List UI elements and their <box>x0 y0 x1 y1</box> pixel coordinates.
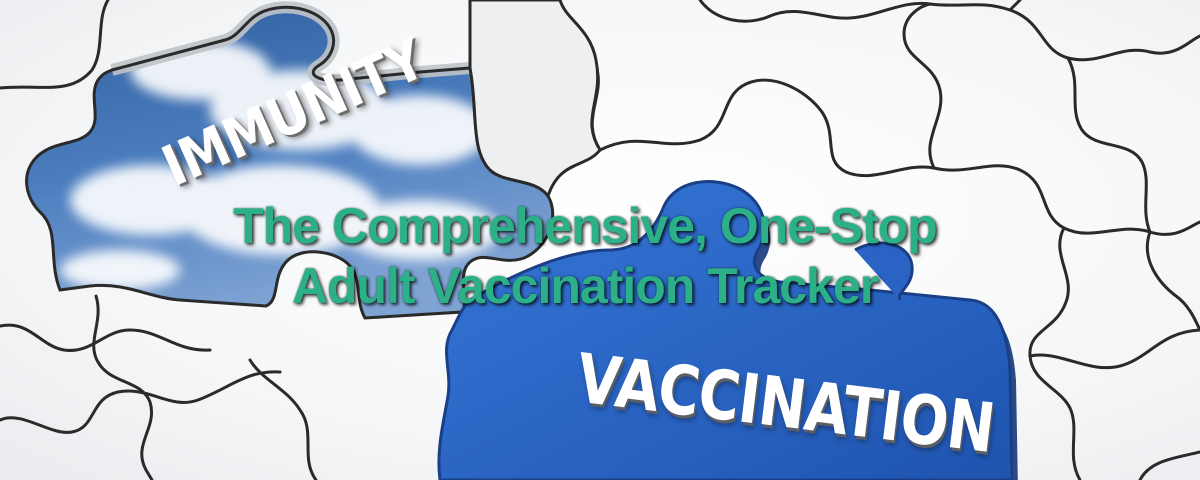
hero-banner: IMMUNITY VACCINATION The Comprehensive, … <box>0 0 1200 480</box>
lifted-white-piece <box>468 0 602 200</box>
headline-line-1: The Comprehensive, One-Stop <box>233 198 938 254</box>
headline-line-2: Adult Vaccination Tracker <box>291 258 879 314</box>
headline: The Comprehensive, One-Stop Adult Vaccin… <box>0 196 1170 316</box>
